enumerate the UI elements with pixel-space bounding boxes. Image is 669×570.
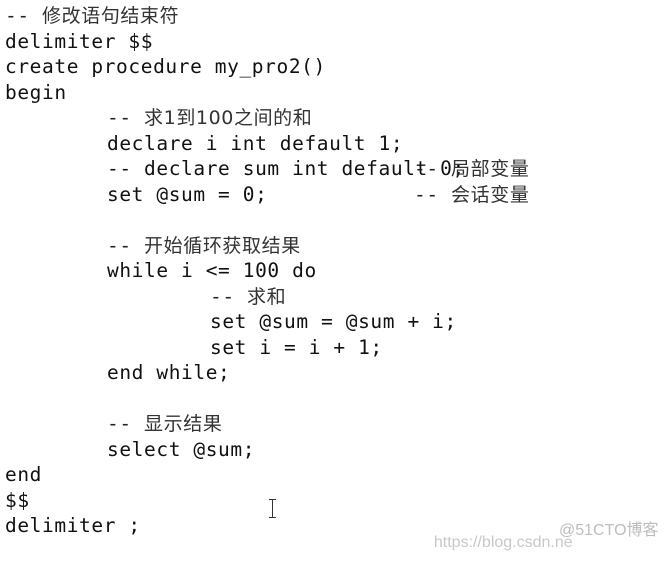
comment-marker: -- (107, 233, 145, 257)
comment-marker: -- (107, 412, 145, 435)
comment-text: 会话变量 (451, 183, 530, 206)
code-text: -- declare sum int default 0; (107, 157, 465, 180)
code-text: while i <= 100 do (107, 259, 317, 282)
comment-marker: -- (107, 106, 145, 129)
code-text: end while; (107, 361, 231, 384)
comment-line: -- 显示结果 (5, 411, 465, 437)
code-line: -- declare sum int default 0; -- 局部变量 (5, 156, 529, 182)
comment-line: -- 求1到100之间的和 (5, 105, 465, 131)
comment-text: 开始循环获取结果 (144, 234, 301, 257)
code-text: $$ (5, 488, 30, 512)
code-line: set @sum = 0; -- 会话变量 (5, 182, 529, 208)
code-block: -- 修改语句结束符 delimiter $$ create procedure m… (5, 3, 529, 539)
code-line: while i <= 100 do (5, 258, 465, 284)
trailing-comment: -- 局部变量 (414, 156, 529, 183)
comment-text: 显示结果 (144, 413, 223, 435)
comment-text: 局部变量 (451, 158, 530, 180)
code-text: declare i int default 1; (107, 131, 404, 155)
code-text: delimiter $$ (5, 29, 154, 53)
code-line: set @sum = @sum + i; (5, 309, 465, 335)
comment-line: -- 开始循环获取结果 (5, 233, 465, 259)
code-text: delimiter ; (5, 514, 141, 537)
code-text: set @sum = @sum + i; (210, 310, 457, 333)
code-text: end (5, 463, 43, 486)
watermark: https://blog.csdn.ne @51CTO博客 (425, 516, 659, 570)
code-line: $$ (5, 488, 465, 514)
code-line: create procedure my_pro2() (5, 54, 465, 80)
code-line: end (5, 462, 465, 488)
code-text: begin (5, 80, 67, 104)
comment-line: -- 求和 (5, 284, 465, 310)
code-text: set i = i + 1; (210, 335, 383, 359)
comment-text: 求和 (247, 285, 287, 308)
code-text: select @sum; (107, 437, 256, 461)
comment-marker: -- (210, 284, 248, 308)
comment-text: 求1到100之间的和 (144, 107, 313, 129)
code-line: declare i int default 1; (5, 131, 465, 157)
code-line: select @sum; (5, 437, 465, 463)
comment-marker: -- (414, 182, 452, 206)
code-line: delimiter $$ (5, 29, 465, 55)
code-line: end while; (5, 360, 465, 386)
comment-line: -- 修改语句结束符 (5, 3, 465, 29)
code-line: delimiter ; (5, 513, 465, 539)
text-cursor-icon (268, 499, 277, 518)
watermark-url: https://blog.csdn.ne (433, 534, 573, 551)
comment-marker: -- (414, 157, 452, 180)
comment-marker: -- (5, 4, 43, 27)
code-line: begin (5, 80, 465, 106)
trailing-comment: -- 会话变量 (414, 182, 529, 209)
watermark-brand: @51CTO博客 (559, 522, 659, 539)
code-text: set @sum = 0; (107, 182, 268, 206)
code-line: set i = i + 1; (5, 335, 465, 361)
comment-text: 修改语句结束符 (42, 5, 180, 27)
code-text: create procedure my_pro2() (5, 55, 326, 78)
